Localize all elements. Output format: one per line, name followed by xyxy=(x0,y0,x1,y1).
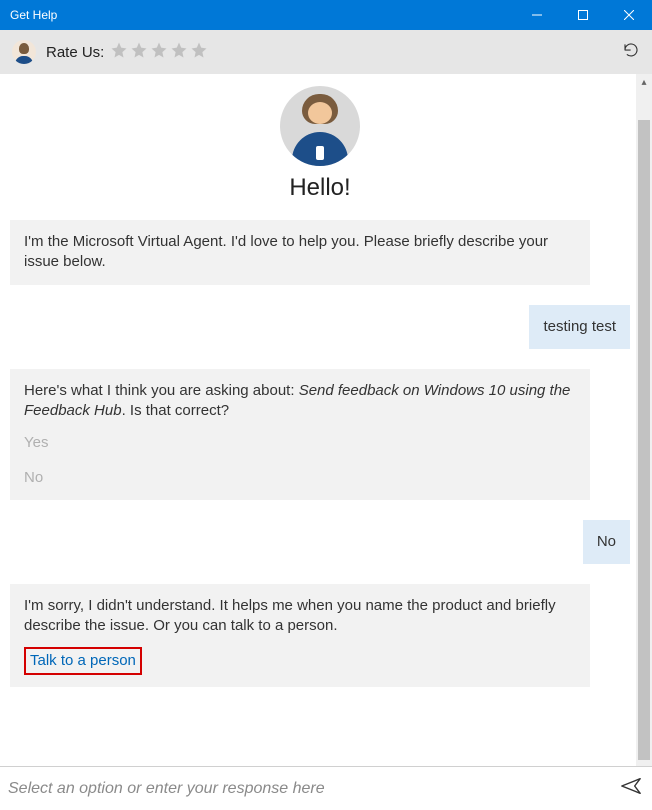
input-bar xyxy=(0,766,652,810)
agent-message-sorry: I'm sorry, I didn't understand. It helps… xyxy=(10,584,590,687)
chat-scroll[interactable]: Hello! I'm the Microsoft Virtual Agent. … xyxy=(0,74,636,766)
talk-to-person-link[interactable]: Talk to a person xyxy=(24,647,142,675)
star-icon xyxy=(170,41,188,59)
scrollbar[interactable]: ▴ xyxy=(636,74,652,766)
window-title: Get Help xyxy=(0,8,514,22)
star-icon xyxy=(150,41,168,59)
agent-message-clarify: Here's what I think you are asking about… xyxy=(10,369,590,500)
star-2[interactable] xyxy=(130,41,148,64)
star-5[interactable] xyxy=(190,41,208,64)
scroll-up-arrow[interactable]: ▴ xyxy=(636,74,652,90)
clarify-suffix: . Is that correct? xyxy=(122,402,230,419)
agent-avatar-small xyxy=(12,40,36,64)
maximize-button[interactable] xyxy=(560,0,606,30)
refresh-icon xyxy=(622,41,640,59)
chat-area: Hello! I'm the Microsoft Virtual Agent. … xyxy=(0,74,652,766)
star-1[interactable] xyxy=(110,41,128,64)
star-icon xyxy=(110,41,128,59)
star-3[interactable] xyxy=(150,41,168,64)
sorry-text: I'm sorry, I didn't understand. It helps… xyxy=(24,597,556,634)
star-4[interactable] xyxy=(170,41,188,64)
option-yes[interactable]: Yes xyxy=(24,433,576,453)
user-message-2: No xyxy=(583,520,630,564)
greeting-text: Hello! xyxy=(10,174,630,202)
rate-us-label: Rate Us: xyxy=(46,44,104,61)
star-icon xyxy=(190,41,208,59)
minimize-button[interactable] xyxy=(514,0,560,30)
send-icon xyxy=(620,775,642,797)
option-no[interactable]: No xyxy=(24,468,576,488)
close-icon xyxy=(624,10,634,20)
refresh-button[interactable] xyxy=(622,41,640,64)
star-icon xyxy=(130,41,148,59)
titlebar: Get Help xyxy=(0,0,652,30)
response-input[interactable] xyxy=(4,774,620,804)
rating-stars xyxy=(110,41,208,64)
agent-avatar-large xyxy=(280,86,360,166)
minimize-icon xyxy=(532,10,542,20)
scroll-thumb[interactable] xyxy=(638,120,650,760)
close-button[interactable] xyxy=(606,0,652,30)
clarify-prefix: Here's what I think you are asking about… xyxy=(24,382,299,399)
header-bar: Rate Us: xyxy=(0,30,652,74)
send-button[interactable] xyxy=(620,775,642,802)
agent-message-intro: I'm the Microsoft Virtual Agent. I'd lov… xyxy=(10,220,590,285)
maximize-icon xyxy=(578,10,588,20)
greeting-block: Hello! xyxy=(10,86,630,202)
user-message-1: testing test xyxy=(529,305,630,349)
